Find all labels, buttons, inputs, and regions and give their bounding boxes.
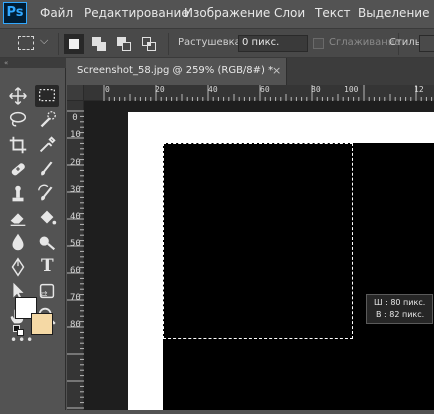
ruler-tick-label: 20 [70, 158, 81, 168]
crop-icon[interactable] [6, 134, 30, 156]
menu-file[interactable]: Файл [40, 6, 73, 20]
tool-preset-picker[interactable] [18, 36, 34, 50]
ruler-tick-label: 50 [70, 239, 81, 249]
subtract-from-selection-button[interactable] [114, 34, 134, 54]
ruler-tick-label: 0 [72, 113, 78, 123]
divider [58, 33, 59, 55]
pen-icon[interactable] [6, 256, 30, 278]
selection-height: В : 82 пикс. [376, 310, 425, 319]
dodge-icon[interactable] [35, 231, 59, 253]
menu-type[interactable]: Текст [315, 6, 351, 20]
chevron-down-icon[interactable]: ⌵ [40, 34, 48, 48]
document-tab-bar: Screenshot_58.jpg @ 259% (RGB/8#) * × [67, 58, 434, 85]
eyedropper-icon[interactable] [35, 134, 59, 156]
ruler-tick-label: 0 [105, 85, 110, 94]
menu-edit[interactable]: Редактирование [84, 6, 189, 20]
clone-stamp-icon[interactable] [6, 183, 30, 205]
panel-collapse-grip[interactable]: « [0, 58, 66, 68]
ruler-tick-label: 30 [70, 185, 81, 195]
ruler-tick-label: 80 [70, 320, 81, 330]
ruler-tick-label: 70 [70, 293, 81, 303]
ruler-tick-label: 60 [260, 85, 270, 94]
menu-bar: Ps Файл Редактирование Изображение Слои … [0, 0, 434, 28]
menu-layers[interactable]: Слои [274, 6, 305, 20]
ruler-horizontal[interactable]: 0 20 40 60 80 100 12 [84, 85, 434, 101]
intersect-with-selection-button[interactable] [139, 34, 159, 54]
new-selection-button[interactable] [64, 34, 84, 54]
selection-size-tooltip: Ш : 80 пикс. В : 82 пикс. [366, 294, 433, 324]
ruler-vertical-ticks [67, 110, 84, 409]
options-bar: ⌵ Растушевка: 0 пикс. Сглаживание Стиль: [0, 28, 434, 58]
ruler-horizontal-ticks [103, 85, 433, 101]
divider [168, 33, 169, 55]
history-brush-icon[interactable] [35, 183, 59, 205]
lasso-icon[interactable] [6, 109, 30, 131]
feather-input[interactable]: 0 пикс. [238, 35, 308, 52]
ruler-tick-label: 40 [208, 85, 218, 94]
tools-panel: « T ••• [0, 58, 66, 410]
ruler-tick-label: 100 [344, 85, 359, 94]
ruler-origin[interactable] [67, 85, 84, 101]
move-tool-icon[interactable] [6, 85, 30, 107]
ruler-tick-label: 40 [70, 212, 81, 222]
style-select[interactable] [419, 35, 434, 52]
eraser-icon[interactable] [6, 207, 30, 229]
ruler-tick-label: 20 [155, 85, 165, 94]
document-tab[interactable]: Screenshot_58.jpg @ 259% (RGB/8#) * × [67, 58, 287, 85]
ruler-tick-label: 80 [311, 85, 321, 94]
add-to-selection-button[interactable] [89, 34, 109, 54]
ruler-tick-label: 60 [70, 266, 81, 276]
menu-image[interactable]: Изображение [184, 6, 270, 20]
quick-selection-icon[interactable] [35, 109, 59, 131]
photoshop-logo: Ps [3, 2, 27, 24]
antialias-checkbox[interactable] [313, 38, 324, 49]
blur-icon[interactable] [6, 231, 30, 253]
close-icon[interactable]: × [272, 64, 281, 77]
feather-label: Растушевка: [178, 37, 245, 48]
selection-marquee[interactable] [163, 143, 353, 339]
document-tab-title: Screenshot_58.jpg @ 259% (RGB/8#) * [77, 65, 274, 76]
ruler-tick-label: 10 [70, 130, 81, 140]
healing-brush-icon[interactable] [6, 158, 30, 180]
type-icon[interactable]: T [35, 256, 59, 278]
ruler-tick-label: 12 [414, 85, 424, 94]
selection-width: Ш : 80 пикс. [374, 298, 426, 307]
paint-bucket-icon[interactable] [35, 207, 59, 229]
rectangular-marquee-icon[interactable] [35, 85, 59, 107]
type-glyph: T [41, 255, 54, 276]
ruler-vertical[interactable]: 0 10 20 30 40 50 60 70 80 [67, 101, 84, 410]
swap-colors-icon[interactable]: ⇄ [40, 290, 48, 300]
background-color-swatch[interactable] [31, 313, 53, 335]
default-colors-icon[interactable] [13, 325, 25, 337]
menu-select[interactable]: Выделение [358, 6, 429, 20]
brush-icon[interactable] [35, 158, 59, 180]
